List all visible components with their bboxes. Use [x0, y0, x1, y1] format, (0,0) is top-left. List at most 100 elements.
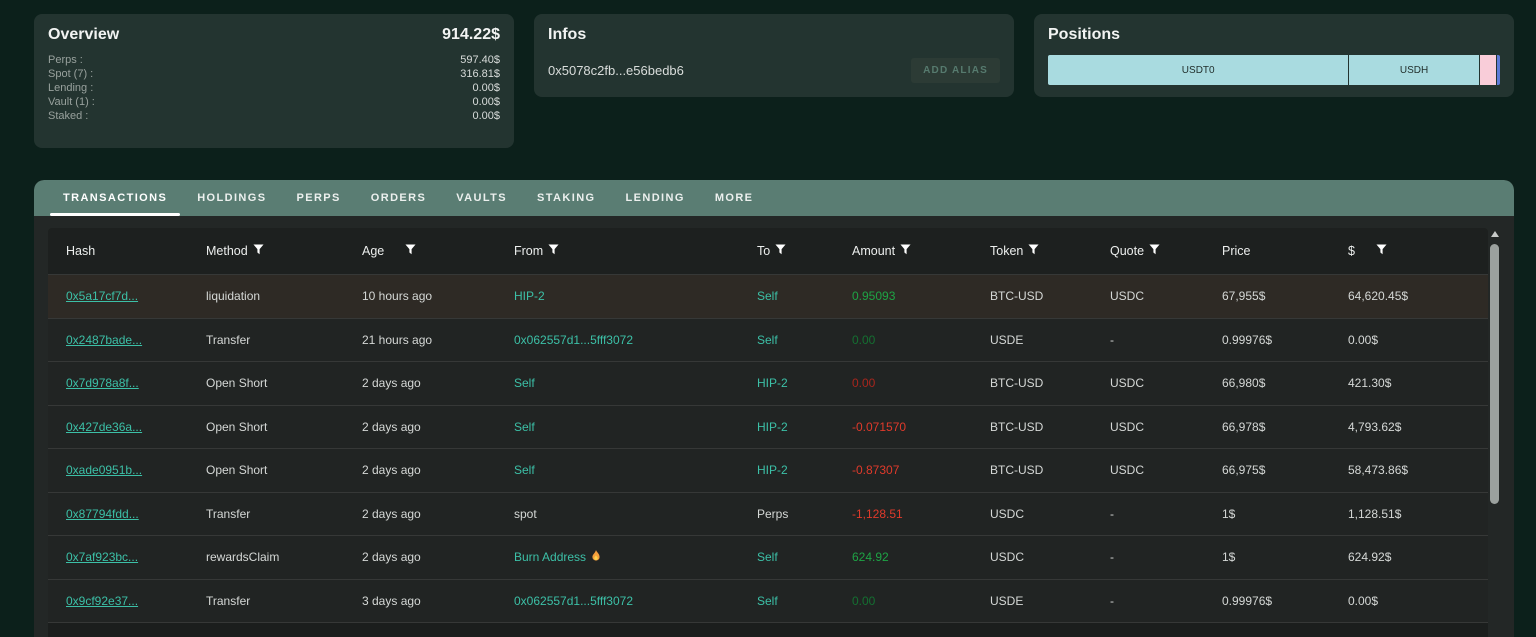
cell-hash-link[interactable]: 0x9cf92e37...	[48, 594, 206, 608]
filter-icon[interactable]	[548, 244, 559, 258]
transaction-row: 0x7af923bc...rewardsClaim2 days agoBurn …	[48, 535, 1488, 579]
to-address-link[interactable]: HIP-2	[757, 463, 788, 477]
to-address-link[interactable]: Self	[757, 333, 778, 347]
table-scrollbar[interactable]	[1489, 228, 1500, 637]
overview-row-value: 597.40$	[460, 53, 500, 67]
cell-amount: -1,128.51	[852, 507, 990, 521]
from-address-link[interactable]: Self	[514, 376, 535, 390]
scrollbar-thumb[interactable]	[1490, 244, 1499, 504]
tab-more[interactable]: MORE	[700, 180, 769, 216]
cell-from: Self	[514, 376, 757, 390]
infos-panel: Infos 0x5078c2fb...e56bedb6 ADD ALIAS	[534, 14, 1014, 97]
column-header-quote: Quote	[1110, 244, 1222, 258]
transaction-row: 0x87794fdd...Transfer2 days agospotPerps…	[48, 492, 1488, 536]
tab-bar: TRANSACTIONSHOLDINGSPERPSORDERSVAULTSSTA…	[34, 180, 1514, 216]
to-address-link[interactable]: HIP-2	[757, 420, 788, 434]
cell-amount: 0.95093	[852, 289, 990, 303]
column-header-usd: $	[1348, 244, 1488, 258]
cell-method: rewardsClaim	[206, 550, 362, 564]
tab-perps[interactable]: PERPS	[281, 180, 355, 216]
overview-row: Vault (1) :0.00$	[48, 95, 500, 109]
to-address-link[interactable]: Self	[757, 289, 778, 303]
column-header-amount: Amount	[852, 244, 990, 258]
from-address-link[interactable]: 0x062557d1...5fff3072	[514, 594, 633, 608]
transaction-row: 0x2487bade...Transfer21 hours ago0x06255…	[48, 318, 1488, 362]
filter-icon[interactable]	[900, 244, 911, 258]
cell-amount: -0.87307	[852, 463, 990, 477]
filter-icon[interactable]	[1028, 244, 1039, 258]
to-address-link[interactable]: Self	[757, 594, 778, 608]
from-address-link[interactable]: HIP-2	[514, 289, 545, 303]
cell-age: 2 days ago	[362, 420, 514, 434]
from-address-link[interactable]: Burn Address	[514, 550, 586, 564]
column-header-label: $	[1348, 244, 1355, 258]
overview-rows: Perps :597.40$Spot (7) :316.81$Lending :…	[48, 53, 500, 123]
column-header-label: Quote	[1110, 244, 1144, 258]
cell-to: HIP-2	[757, 463, 852, 477]
tab-lending[interactable]: LENDING	[611, 180, 700, 216]
transaction-row: 0x9cf92e37...Transfer3 days ago0x062557d…	[48, 579, 1488, 623]
cell-hash-link[interactable]: 0x7af923bc...	[48, 550, 206, 564]
filter-icon[interactable]	[405, 244, 416, 258]
position-segment[interactable]	[1480, 55, 1496, 85]
filter-icon[interactable]	[253, 244, 264, 258]
overview-row-value: 0.00$	[472, 95, 500, 109]
cell-hash-link[interactable]: 0x2487bade...	[48, 333, 206, 347]
scroll-up-arrow-icon[interactable]	[1491, 231, 1499, 237]
transactions-table: HashMethodAgeFromToAmountTokenQuotePrice…	[48, 228, 1488, 637]
transaction-row: 0x5a17cf7d...liquidation10 hours agoHIP-…	[48, 274, 1488, 318]
position-segment[interactable]	[1497, 55, 1500, 85]
cell-to: HIP-2	[757, 420, 852, 434]
cell-hash-link[interactable]: 0x427de36a...	[48, 420, 206, 434]
filter-icon[interactable]	[1376, 244, 1387, 258]
position-segment[interactable]: USDH	[1349, 55, 1478, 85]
cell-amount: 0.00	[852, 376, 990, 390]
add-alias-button[interactable]: ADD ALIAS	[911, 58, 1000, 83]
cell-hash-link[interactable]: 0x87794fdd...	[48, 507, 206, 521]
to-address-link[interactable]: HIP-2	[757, 376, 788, 390]
cell-to: Self	[757, 333, 852, 347]
from-address-link[interactable]: Self	[514, 420, 535, 434]
cell-quote: USDC	[1110, 289, 1222, 303]
column-header-hash: Hash	[48, 244, 206, 258]
cell-price: 66,978$	[1222, 420, 1348, 434]
cell-token: BTC-USD	[990, 420, 1110, 434]
table-header-row: HashMethodAgeFromToAmountTokenQuotePrice…	[48, 228, 1488, 274]
transaction-row: 0x427de36a...Open Short2 days agoSelfHIP…	[48, 405, 1488, 449]
tab-staking[interactable]: STAKING	[522, 180, 610, 216]
tab-holdings[interactable]: HOLDINGS	[182, 180, 281, 216]
filter-icon[interactable]	[775, 244, 786, 258]
cell-token: USDC	[990, 550, 1110, 564]
cell-age: 2 days ago	[362, 463, 514, 477]
positions-title: Positions	[1048, 26, 1120, 44]
cell-to: Self	[757, 594, 852, 608]
from-address-link[interactable]: 0x062557d1...5fff3072	[514, 333, 633, 347]
cell-price: 0.99976$	[1222, 594, 1348, 608]
cell-age: 10 hours ago	[362, 289, 514, 303]
overview-row-label: Lending :	[48, 81, 93, 95]
column-header-price: Price	[1222, 244, 1348, 258]
cell-age: 2 days ago	[362, 550, 514, 564]
cell-hash-link[interactable]: 0x5a17cf7d...	[48, 289, 206, 303]
tab-orders[interactable]: ORDERS	[356, 180, 441, 216]
overview-row: Perps : 597.40$	[48, 53, 500, 67]
cell-usd: 0.00$	[1348, 333, 1488, 347]
column-header-from: From	[514, 244, 757, 258]
position-segment[interactable]: USDT0	[1048, 55, 1348, 85]
to-address-link[interactable]: Self	[757, 550, 778, 564]
from-address-link[interactable]: Self	[514, 463, 535, 477]
column-header-label: Amount	[852, 244, 895, 258]
filter-icon[interactable]	[1149, 244, 1160, 258]
overview-row-label: Perps :	[48, 53, 83, 67]
cell-amount: 0.00	[852, 333, 990, 347]
tab-vaults[interactable]: VAULTS	[441, 180, 522, 216]
column-header-method: Method	[206, 244, 362, 258]
position-segment-label: USDT0	[1182, 65, 1215, 76]
cell-hash-link[interactable]: 0x7d978a8f...	[48, 376, 206, 390]
cell-hash-link[interactable]: 0xade0951b...	[48, 463, 206, 477]
cell-quote: USDC	[1110, 376, 1222, 390]
tab-transactions[interactable]: TRANSACTIONS	[48, 180, 182, 216]
wallet-address[interactable]: 0x5078c2fb...e56bedb6	[548, 63, 684, 78]
column-header-to: To	[757, 244, 852, 258]
column-header-label: Hash	[66, 244, 95, 258]
